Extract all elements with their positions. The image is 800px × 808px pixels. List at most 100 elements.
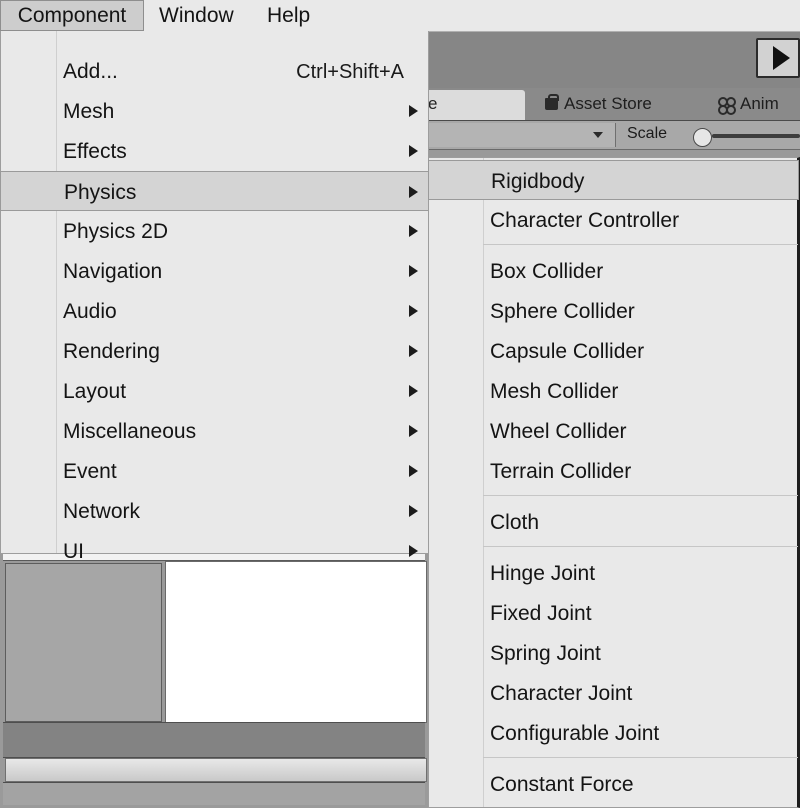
chevron-right-icon (409, 465, 418, 477)
chevron-right-icon (409, 345, 418, 357)
tab-game[interactable]: e (420, 90, 525, 120)
unity-editor-screenshot: e Asset Store Anim ct Scale Component (0, 0, 800, 808)
menu-item-label: Navigation (63, 260, 163, 283)
menu-bar: Component Window Help (0, 0, 800, 32)
submenu-item-configurable-joint[interactable]: Configurable Joint (429, 713, 798, 753)
menu-item-label: Event (63, 460, 117, 483)
submenu-item-label: Fixed Joint (490, 602, 592, 625)
chevron-right-icon (409, 145, 418, 157)
submenu-item-label: Character Joint (490, 682, 633, 705)
submenu-item-mesh-collider[interactable]: Mesh Collider (429, 371, 798, 411)
menu-item-label: Layout (63, 380, 127, 403)
menu-item-label: Rendering (63, 340, 160, 363)
hierarchy-panel[interactable] (5, 563, 162, 722)
menu-item-layout[interactable]: Layout (1, 371, 428, 411)
menubar-item-window[interactable]: Window (150, 0, 243, 31)
physics-submenu: Rigidbody Character Controller Box Collide… (428, 157, 800, 808)
menu-item-physics-2d[interactable]: Physics 2D (1, 211, 428, 251)
submenu-item-wheel-collider[interactable]: Wheel Collider (429, 411, 798, 451)
submenu-item-rigidbody[interactable]: Rigidbody (428, 160, 799, 200)
submenu-item-terrain-collider[interactable]: Terrain Collider (429, 451, 798, 491)
submenu-item-label: Rigidbody (491, 170, 585, 193)
submenu-item-label: Hinge Joint (490, 562, 596, 585)
scale-label: Scale (627, 125, 668, 142)
chevron-right-icon (409, 186, 418, 198)
menu-item-shortcut: Ctrl+Shift+A (296, 61, 404, 83)
chevron-right-icon (409, 105, 418, 117)
submenu-item-hinge-joint[interactable]: Hinge Joint (429, 553, 798, 593)
menu-separator (483, 757, 798, 758)
menu-item-add[interactable]: Add... Ctrl+Shift+A (1, 51, 428, 91)
submenu-item-label: Character Controller (490, 209, 680, 232)
tab-animation-label: Anim (740, 94, 779, 113)
menu-item-mesh[interactable]: Mesh (1, 91, 428, 131)
menu-separator (483, 244, 798, 245)
submenu-item-label: Wheel Collider (490, 420, 627, 443)
submenu-item-label: Cloth (490, 511, 540, 534)
menu-item-network[interactable]: Network (1, 491, 428, 531)
submenu-item-label: Configurable Joint (490, 722, 660, 745)
bottom-bar (3, 782, 425, 805)
menu-item-physics[interactable]: Physics (0, 171, 429, 211)
submenu-item-box-collider[interactable]: Box Collider (429, 251, 798, 291)
menu-item-label: Physics 2D (63, 220, 169, 243)
menu-item-effects[interactable]: Effects (1, 131, 428, 171)
chevron-right-icon (409, 425, 418, 437)
menu-separator (483, 495, 798, 496)
tab-game-label: e (428, 94, 438, 113)
submenu-item-fixed-joint[interactable]: Fixed Joint (429, 593, 798, 633)
chevron-right-icon (409, 265, 418, 277)
menu-item-label: UI (63, 540, 84, 563)
submenu-item-spring-joint[interactable]: Spring Joint (429, 633, 798, 673)
submenu-item-label: Box Collider (490, 260, 604, 283)
menu-item-label: Physics (64, 181, 137, 204)
menubar-item-component[interactable]: Component (0, 0, 144, 31)
component-dropdown-menu: Add... Ctrl+Shift+A Mesh Effects Physics Phys… (0, 31, 429, 563)
menubar-item-window-label: Window (159, 3, 234, 27)
chevron-right-icon (409, 225, 418, 237)
shopping-bag-icon (545, 94, 559, 110)
menubar-item-help[interactable]: Help (258, 0, 319, 31)
submenu-item-label: Spring Joint (490, 642, 601, 665)
submenu-item-cloth[interactable]: Cloth (429, 502, 798, 542)
scale-slider-handle[interactable] (693, 128, 712, 147)
menu-item-label: Miscellaneous (63, 420, 197, 443)
menu-item-miscellaneous[interactable]: Miscellaneous (1, 411, 428, 451)
play-icon (772, 46, 790, 70)
menu-item-label: Network (63, 500, 141, 523)
submenu-item-label: Terrain Collider (490, 460, 632, 483)
submenu-item-capsule-collider[interactable]: Capsule Collider (429, 331, 798, 371)
tab-animation[interactable]: Anim (718, 94, 779, 115)
panel-footer-bar (3, 722, 425, 758)
project-panel[interactable] (165, 561, 427, 723)
menubar-item-help-label: Help (267, 3, 311, 27)
chevron-right-icon (409, 505, 418, 517)
menu-item-label: Add... (63, 60, 118, 83)
menu-item-label: Audio (63, 300, 117, 323)
menu-item-label: Mesh (63, 100, 115, 123)
chevron-right-icon (409, 305, 418, 317)
chevron-right-icon (409, 385, 418, 397)
menu-item-event[interactable]: Event (1, 451, 428, 491)
tab-asset-store-label: Asset Store (564, 94, 652, 113)
menu-item-audio[interactable]: Audio (1, 291, 428, 331)
aspect-ratio-dropdown[interactable]: ct (405, 123, 616, 147)
menu-item-ui[interactable]: UI (1, 531, 428, 571)
submenu-item-constant-force[interactable]: Constant Force (429, 764, 798, 804)
submenu-item-character-controller[interactable]: Character Controller (429, 200, 798, 240)
submenu-item-label: Mesh Collider (490, 380, 619, 403)
menu-separator (483, 546, 798, 547)
scale-slider-track[interactable] (712, 134, 800, 138)
submenu-item-label: Capsule Collider (490, 340, 645, 363)
menu-item-rendering[interactable]: Rendering (1, 331, 428, 371)
tab-asset-store[interactable]: Asset Store (545, 94, 652, 114)
chevron-right-icon (409, 545, 418, 557)
submenu-item-label: Constant Force (490, 773, 634, 796)
submenu-item-sphere-collider[interactable]: Sphere Collider (429, 291, 798, 331)
submenu-item-character-joint[interactable]: Character Joint (429, 673, 798, 713)
menu-item-navigation[interactable]: Navigation (1, 251, 428, 291)
menubar-item-component-label: Component (17, 3, 127, 27)
chevron-down-icon (593, 132, 603, 138)
play-button[interactable] (756, 38, 800, 78)
submenu-item-label: Sphere Collider (490, 300, 635, 323)
